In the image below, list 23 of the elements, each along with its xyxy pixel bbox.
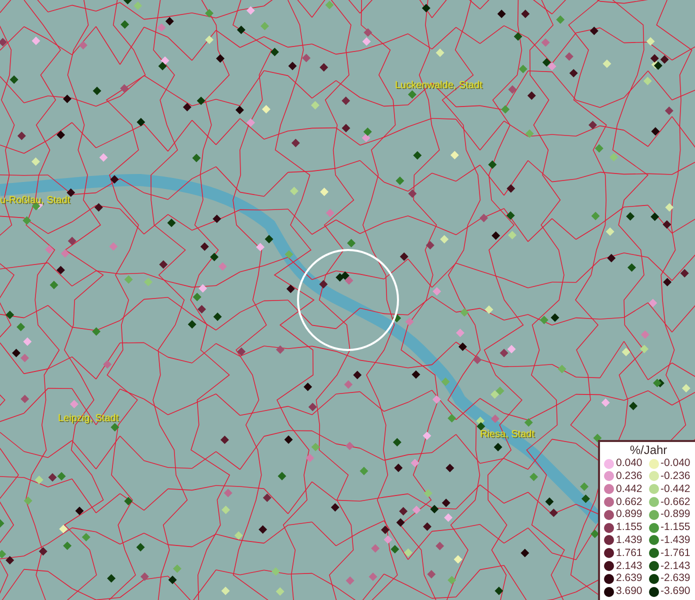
legend-value: 0.236	[616, 470, 642, 483]
legend-value: 1.439	[616, 534, 642, 547]
legend-value: -1.155	[660, 521, 690, 534]
legend-value: -1.439	[660, 534, 690, 547]
legend-value: -1.761	[660, 546, 690, 560]
legend-value: -0.442	[660, 482, 690, 496]
legend-value: 1.761	[616, 546, 642, 560]
legend-title: %/Jahr	[628, 444, 668, 458]
legend-value: -0.899	[660, 508, 690, 522]
legend-value: 0.040	[616, 457, 642, 470]
legend-value: 1.155	[616, 521, 642, 534]
legend-value: 2.143	[616, 560, 642, 572]
legend-value: 0.442	[616, 482, 642, 496]
legend-value: 2.639	[616, 572, 642, 586]
legend-value: -0.236	[660, 470, 690, 483]
legend-value: -0.662	[660, 496, 690, 508]
legend-value: -2.639	[660, 572, 690, 586]
legend-value: -0.040	[660, 457, 690, 470]
legend-value: 3.690	[616, 585, 642, 598]
legend-value: -3.690	[660, 585, 690, 598]
legend-value: -2.143	[660, 560, 690, 572]
legend-value: 0.662	[616, 496, 642, 508]
legend-value: 0.899	[616, 508, 642, 522]
